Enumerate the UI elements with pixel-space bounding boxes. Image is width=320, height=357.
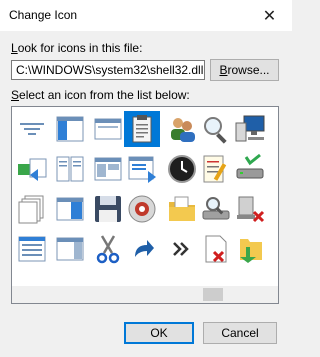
notepad-pencil-icon — [203, 155, 227, 183]
icon-list-item[interactable] — [90, 151, 126, 187]
icon-list-item[interactable] — [90, 231, 126, 267]
file-path-input[interactable]: C:\WINDOWS\system32\shell32.dll — [11, 60, 205, 80]
icon-list-item[interactable] — [198, 151, 234, 187]
clipboard-icon — [132, 115, 152, 143]
stacked-pages-icon — [18, 195, 44, 224]
magnifier-icon — [204, 117, 227, 144]
icon-list-item[interactable] — [124, 151, 160, 187]
icon-list-label: Select an icon from the list below: — [11, 88, 190, 102]
icon-list-item[interactable] — [164, 231, 200, 267]
icon-list-item[interactable] — [14, 151, 50, 187]
icon-list-item[interactable] — [198, 111, 234, 147]
icon-list[interactable] — [11, 106, 279, 304]
monitor-network-icon — [235, 115, 265, 142]
cancel-button[interactable]: Cancel — [203, 322, 277, 344]
browse-label: rowse... — [227, 63, 270, 77]
browse-accel: B — [219, 63, 228, 77]
globe-partial-icon — [270, 113, 279, 145]
icon-list-item[interactable] — [14, 231, 50, 267]
icon-list-item[interactable] — [164, 191, 200, 227]
icon-list-item[interactable] — [268, 111, 279, 147]
search-drive-icon — [202, 197, 230, 220]
window-split-icon — [56, 197, 84, 221]
icon-list-item[interactable] — [268, 231, 279, 267]
folder-pages-icon — [169, 196, 195, 221]
close-icon: ✕ — [262, 7, 277, 25]
icon-list-item[interactable] — [124, 191, 160, 227]
drive-check-icon — [236, 153, 264, 179]
icon-list-item[interactable] — [52, 111, 88, 147]
icon-list-item[interactable] — [52, 231, 88, 267]
close-button[interactable]: ✕ — [247, 0, 292, 31]
window-list-icon — [128, 156, 156, 183]
clock-icon — [168, 155, 196, 183]
window-grid-icon — [18, 236, 46, 262]
icon-list-item[interactable] — [268, 151, 279, 187]
icon-list-item[interactable] — [52, 151, 88, 187]
change-icon-dialog: Change Icon ✕ Look for icons in this fil… — [0, 0, 292, 357]
file-field-label: Look for icons in this file: — [11, 41, 142, 55]
window-column-icon — [56, 237, 84, 261]
icon-list-item[interactable] — [198, 231, 234, 267]
icon-list-item[interactable] — [268, 191, 279, 227]
disc-icon — [128, 195, 156, 223]
icon-list-item[interactable] — [164, 151, 200, 187]
filter-lines-icon — [20, 123, 44, 135]
title-bar: Change Icon ✕ — [0, 0, 292, 31]
book-pages-icon — [56, 156, 84, 182]
double-chevron-icon — [173, 242, 189, 256]
document-error-icon — [205, 235, 227, 263]
icon-list-item[interactable] — [124, 231, 160, 267]
browse-button[interactable]: Browse... — [210, 59, 279, 81]
floppy-disk-icon — [95, 196, 121, 222]
file-label-text: ook for icons in this file: — [17, 41, 143, 55]
network-drive-error-icon — [237, 196, 265, 223]
dialog-title: Change Icon — [9, 8, 78, 22]
icon-list-item[interactable] — [232, 111, 268, 147]
icon-list-item[interactable] — [124, 111, 160, 147]
users-icon — [171, 118, 195, 142]
scissors-icon — [96, 235, 120, 264]
blue-circle-partial-icon — [270, 153, 279, 185]
shortcut-arrow-icon — [130, 237, 154, 261]
icon-list-item[interactable] — [52, 191, 88, 227]
icon-list-item[interactable] — [14, 111, 50, 147]
scrollbar-thumb[interactable] — [203, 288, 223, 301]
icon-list-item[interactable] — [164, 111, 200, 147]
window-pane-icon — [94, 118, 122, 140]
icon-list-item[interactable] — [90, 111, 126, 147]
icon-list-item[interactable] — [232, 231, 268, 267]
window-layout-icon — [94, 157, 122, 181]
window-arrow-icon — [18, 158, 47, 181]
window-left-pane-icon — [56, 116, 84, 142]
icon-list-item[interactable] — [90, 191, 126, 227]
list-label-accel: S — [11, 88, 20, 102]
icon-list-item[interactable] — [14, 191, 50, 227]
icon-list-item[interactable] — [198, 191, 234, 227]
horizontal-scrollbar[interactable] — [12, 286, 278, 303]
folder-arrow-icon — [240, 239, 262, 263]
icon-list-item[interactable] — [232, 151, 268, 187]
list-label-text: elect an icon from the list below: — [19, 88, 190, 102]
ok-button[interactable]: OK — [124, 322, 194, 344]
yellow-partial-icon — [270, 233, 279, 265]
drive-error-partial-icon — [270, 193, 279, 225]
icon-list-item[interactable] — [232, 191, 268, 227]
file-label-accel: L — [11, 41, 18, 55]
